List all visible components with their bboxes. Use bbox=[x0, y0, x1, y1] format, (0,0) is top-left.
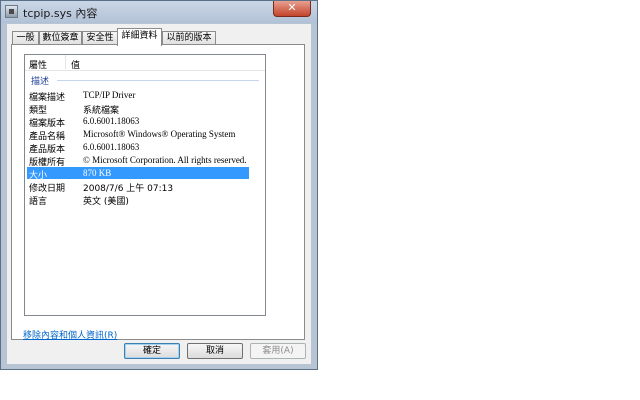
property-value: 870 KB bbox=[83, 168, 112, 178]
remove-properties-link[interactable]: 移除內容和個人資訊(R) bbox=[23, 328, 117, 341]
detail-row[interactable]: 檔案描述 TCP/IP Driver bbox=[27, 89, 249, 103]
column-header-value[interactable]: 值 bbox=[71, 58, 80, 71]
tab-digital-signatures[interactable]: 數位簽章 bbox=[39, 31, 82, 45]
details-panel: 屬性 值 描述 檔案描述 TCP/IP Driver 類型 系統檔案 檔案版本 … bbox=[11, 44, 305, 341]
cancel-button[interactable]: 取消 bbox=[187, 343, 243, 359]
file-icon bbox=[5, 5, 18, 18]
dialog-body: 一般 數位簽章 安全性 詳細資料 以前的版本 屬性 值 描述 檔案描述 TCP/… bbox=[7, 24, 311, 364]
property-name: 語言 bbox=[29, 197, 48, 207]
detail-row[interactable]: 版權所有 © Microsoft Corporation. All rights… bbox=[27, 154, 249, 168]
column-separator[interactable] bbox=[65, 55, 66, 69]
window-title: tcpip.sys 內容 bbox=[23, 7, 98, 20]
tab-details[interactable]: 詳細資料 bbox=[117, 28, 162, 46]
detail-row[interactable]: 修改日期 2008/7/6 上午 07:13 bbox=[27, 180, 249, 194]
list-header: 屬性 值 bbox=[25, 55, 265, 71]
property-value: 6.0.6001.18063 bbox=[83, 142, 140, 152]
tab-general[interactable]: 一般 bbox=[12, 31, 39, 45]
apply-button[interactable]: 套用(A) bbox=[250, 343, 306, 359]
dialog-buttons: 確定 取消 套用(A) bbox=[7, 343, 311, 359]
detail-row[interactable]: 語言 英文 (美國) bbox=[27, 193, 249, 207]
detail-row[interactable]: 檔案版本 6.0.6001.18063 bbox=[27, 115, 249, 129]
detail-row[interactable]: 產品版本 6.0.6001.18063 bbox=[27, 141, 249, 155]
group-header-description: 描述 bbox=[31, 77, 50, 87]
properties-dialog: tcpip.sys 內容 ✕ 一般 數位簽章 安全性 詳細資料 以前的版本 屬性… bbox=[0, 0, 318, 370]
detail-row[interactable]: 類型 系統檔案 bbox=[27, 102, 249, 116]
column-header-property[interactable]: 屬性 bbox=[29, 58, 47, 71]
property-value: Microsoft® Windows® Operating System bbox=[83, 129, 236, 139]
title-bar[interactable]: tcpip.sys 內容 ✕ bbox=[1, 1, 317, 23]
detail-row-selected[interactable]: 大小 870 KB bbox=[27, 167, 249, 181]
property-value: 英文 (美國) bbox=[83, 197, 129, 207]
ok-button[interactable]: 確定 bbox=[124, 343, 180, 359]
close-button[interactable]: ✕ bbox=[273, 1, 311, 17]
tab-security[interactable]: 安全性 bbox=[82, 31, 118, 45]
group-divider bbox=[57, 80, 259, 81]
tab-previous-versions[interactable]: 以前的版本 bbox=[162, 31, 216, 45]
property-value: © Microsoft Corporation. All rights rese… bbox=[83, 155, 247, 165]
details-list[interactable]: 屬性 值 描述 檔案描述 TCP/IP Driver 類型 系統檔案 檔案版本 … bbox=[24, 54, 266, 316]
detail-row[interactable]: 產品名稱 Microsoft® Windows® Operating Syste… bbox=[27, 128, 249, 142]
property-value: 6.0.6001.18063 bbox=[83, 116, 140, 126]
property-value: TCP/IP Driver bbox=[83, 90, 136, 100]
